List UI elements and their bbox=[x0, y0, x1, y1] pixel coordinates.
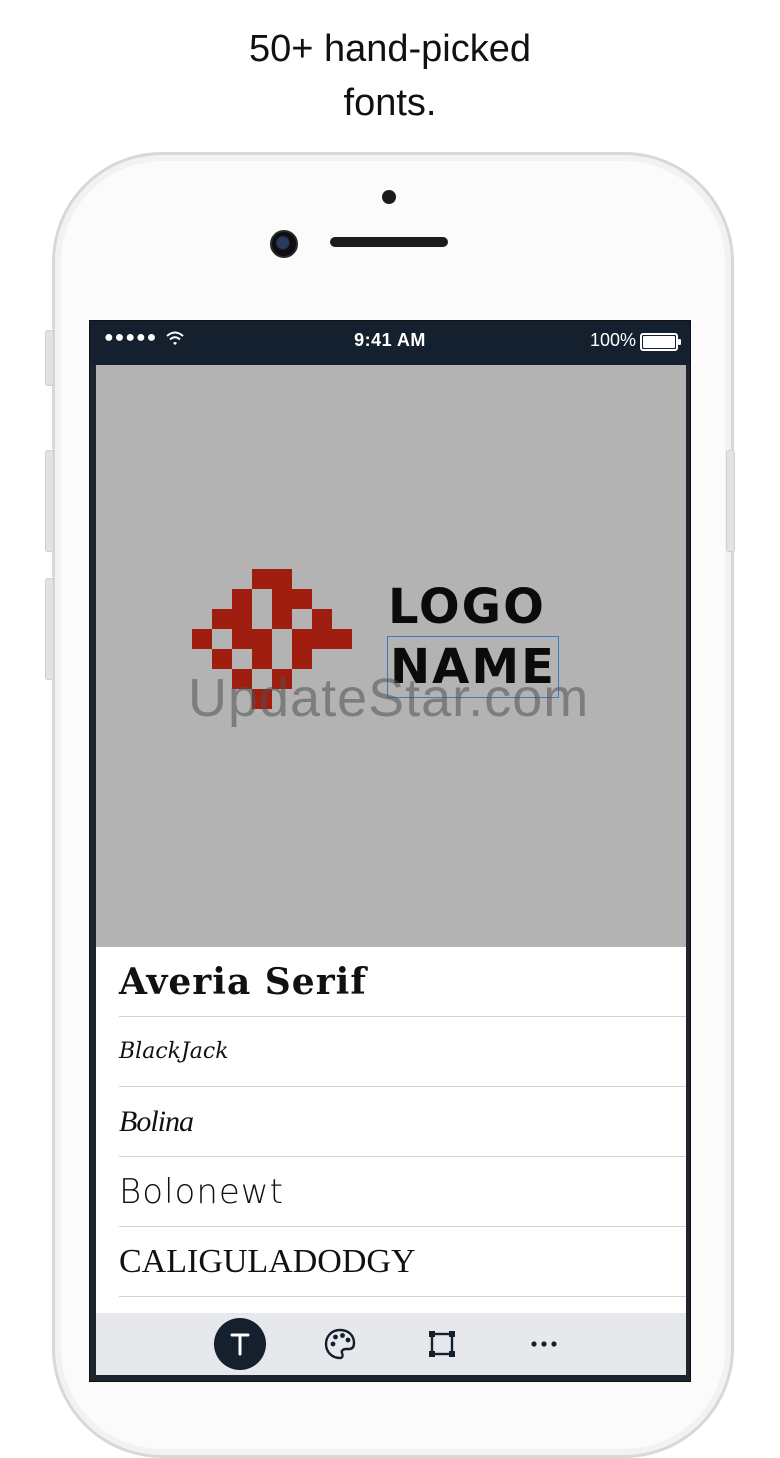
frame-tool-button[interactable] bbox=[416, 1318, 468, 1370]
phone-screen: ●●●●● 9:41 AM 100% LOGO NAME UpdateStar.… bbox=[89, 320, 691, 1382]
proximity-sensor bbox=[382, 190, 396, 204]
mute-switch bbox=[45, 330, 54, 386]
logo-canvas[interactable]: LOGO NAME UpdateStar.com bbox=[96, 365, 686, 947]
font-option-label: Averia Serif bbox=[119, 960, 367, 1003]
palette-icon bbox=[324, 1328, 356, 1360]
more-icon bbox=[531, 1341, 557, 1347]
font-option-blackjack[interactable]: BlackJack bbox=[119, 1017, 686, 1087]
bottom-toolbar bbox=[96, 1313, 686, 1375]
earpiece-speaker bbox=[330, 237, 448, 247]
text-icon bbox=[230, 1333, 250, 1356]
font-option-bolonewt[interactable]: Bolonewt bbox=[119, 1157, 686, 1227]
font-option-label: CALIGULADODGY bbox=[119, 1242, 416, 1280]
font-option-label: Bolonewt bbox=[119, 1171, 284, 1212]
headline-line-2: fonts. bbox=[343, 82, 437, 124]
font-option-averia-serif[interactable]: Averia Serif bbox=[119, 947, 686, 1017]
crop-frame-icon bbox=[429, 1331, 455, 1357]
headline-line-1: 50+ hand-picked bbox=[248, 28, 532, 70]
text-tool-button[interactable] bbox=[214, 1318, 266, 1370]
headline: 50+ hand-picked fonts. bbox=[0, 22, 780, 130]
font-option-label: BlackJack bbox=[119, 1039, 229, 1064]
volume-up-button bbox=[45, 450, 54, 552]
watermark: UpdateStar.com bbox=[188, 668, 590, 728]
battery-percentage: 100% bbox=[589, 330, 636, 350]
color-tool-button[interactable] bbox=[314, 1318, 366, 1370]
front-camera bbox=[270, 230, 298, 258]
power-button bbox=[726, 450, 735, 552]
font-option-label: Bolina bbox=[119, 1104, 194, 1138]
status-bar: ●●●●● 9:41 AM 100% bbox=[90, 321, 690, 365]
font-option-bolina[interactable]: Bolina bbox=[119, 1087, 686, 1157]
volume-down-button bbox=[45, 578, 54, 680]
battery-icon bbox=[640, 333, 681, 351]
font-option-caliguladodgy[interactable]: CALIGULADODGY bbox=[119, 1227, 686, 1297]
logo-text-line-1[interactable]: LOGO bbox=[388, 577, 558, 637]
more-options-button[interactable] bbox=[518, 1318, 570, 1370]
font-list[interactable]: Averia Serif BlackJack Bolina Bolonewt C… bbox=[96, 947, 686, 1313]
